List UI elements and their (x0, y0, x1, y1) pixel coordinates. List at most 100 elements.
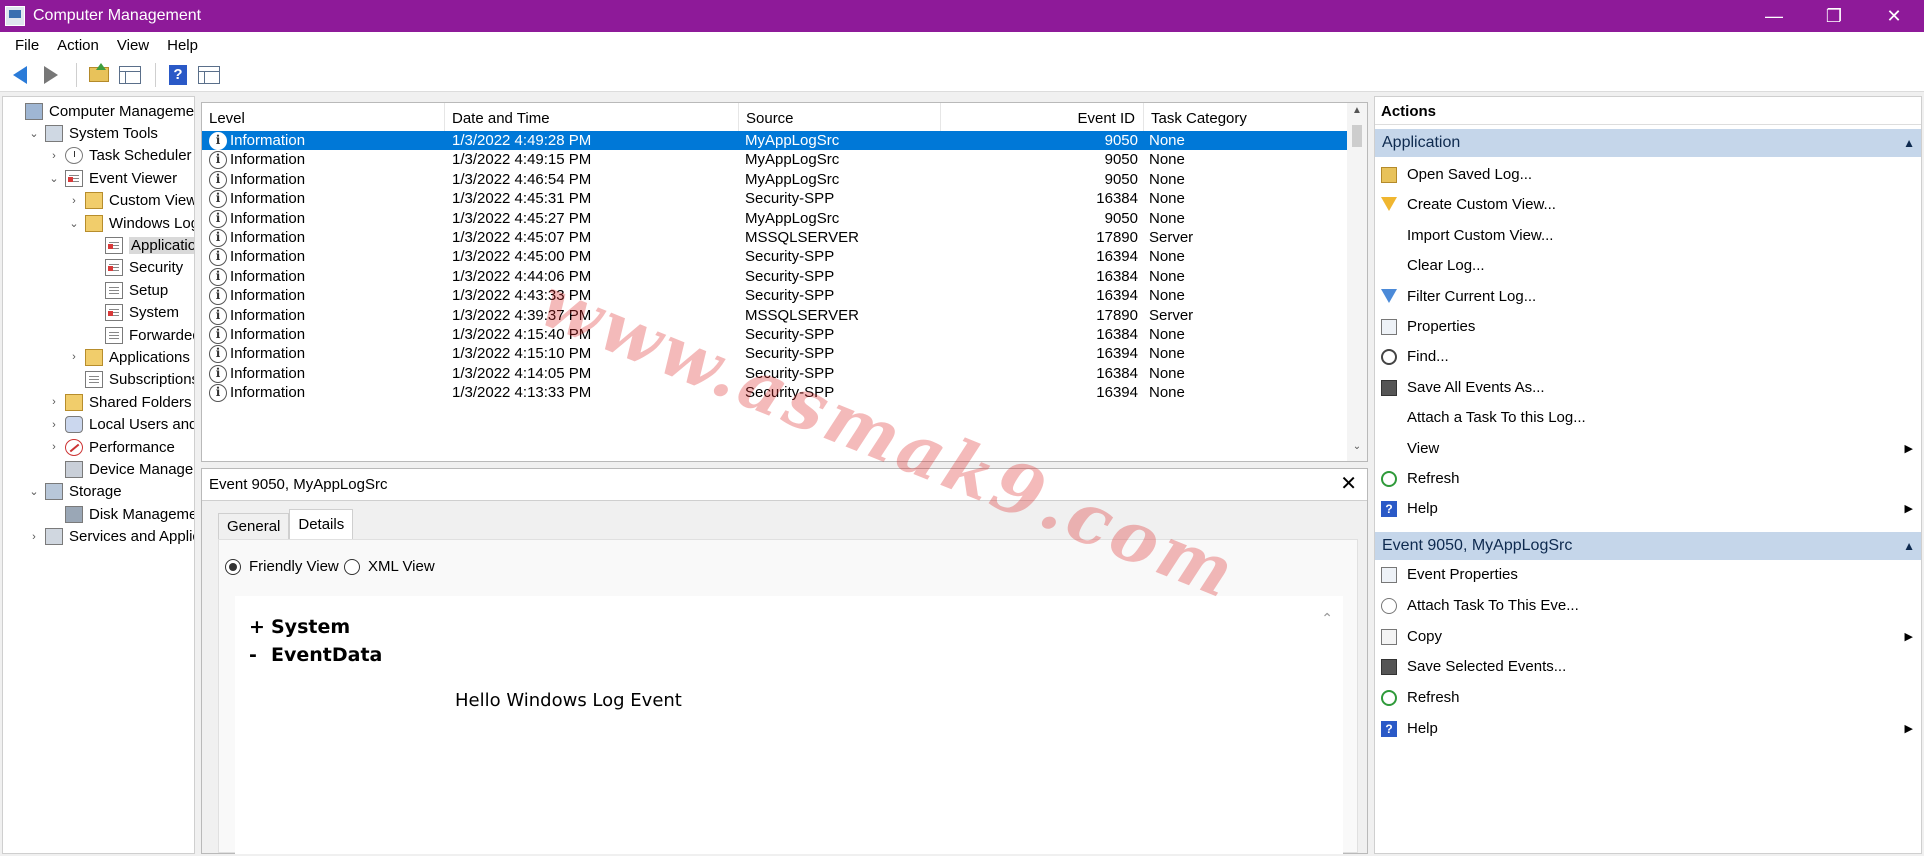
filter2-icon (1381, 288, 1397, 303)
action-event-properties[interactable]: Event Properties (1375, 563, 1921, 587)
action-help[interactable]: ? Help ▶ (1375, 497, 1921, 521)
tree-item-security[interactable]: Security (87, 258, 183, 278)
actions-section-application[interactable]: Application ▲ (1375, 129, 1921, 157)
table-row[interactable]: i Information 1/3/2022 4:45:00 PM Security-… (202, 247, 1347, 267)
tree-item-setup[interactable]: Setup (87, 280, 168, 300)
action-filter-current-log[interactable]: Filter Current Log... (1375, 285, 1921, 309)
expand-icon[interactable]: › (47, 396, 61, 408)
scrollbar-thumb[interactable] (1352, 125, 1362, 147)
tree-item-shared-folders[interactable]: › Shared Folders (47, 392, 192, 412)
tree-item-device-manager[interactable]: Device Manager (47, 459, 194, 479)
tab-general[interactable]: General (218, 513, 290, 539)
table-row[interactable]: i Information 1/3/2022 4:39:37 PM MSSQLSERV… (202, 306, 1347, 325)
column-event-id[interactable]: Event ID (941, 103, 1144, 133)
collapse-section-icon[interactable]: ▲ (1903, 532, 1915, 560)
action-refresh[interactable]: Refresh (1375, 467, 1921, 491)
column-task-category[interactable]: Task Category (1144, 103, 1347, 133)
restore-button[interactable]: ❐ (1804, 0, 1864, 32)
tree-item-forwarded-events[interactable]: Forwarded Events (87, 325, 194, 345)
menu-file[interactable]: File (6, 37, 48, 54)
menu-help[interactable]: Help (158, 37, 207, 54)
tree-item-storage[interactable]: ⌄ Storage (27, 482, 122, 502)
column-date-time[interactable]: Date and Time (445, 103, 739, 133)
action-refresh-event[interactable]: Refresh (1375, 686, 1921, 710)
action-open-saved-log[interactable]: Open Saved Log... (1375, 163, 1921, 187)
help-toolbar-button[interactable]: ? (164, 61, 192, 89)
collapse-section-icon[interactable]: ▲ (1903, 129, 1915, 157)
expand-icon[interactable]: › (47, 441, 61, 453)
collapse-icon[interactable]: ⌄ (27, 485, 41, 498)
actions-section-event[interactable]: Event 9050, MyAppLogSrc ▲ (1375, 532, 1921, 560)
table-row[interactable]: i Information 1/3/2022 4:46:54 PM MyAppLogS… (202, 170, 1347, 189)
xml-view-radio[interactable]: XML View (344, 558, 435, 575)
log-icon (105, 236, 123, 254)
tree-item-local-users-and-groups[interactable]: › Local Users and Groups (47, 415, 194, 435)
expand-icon[interactable]: › (47, 150, 61, 162)
action-attach-task-event[interactable]: Attach Task To This Eve... (1375, 594, 1921, 618)
tree-item-system[interactable]: System (87, 303, 179, 323)
action-find[interactable]: Find... (1375, 345, 1921, 369)
tree-item-services-and-applications[interactable]: › Services and Applications (27, 527, 194, 547)
friendly-view-radio[interactable]: Friendly View (225, 558, 339, 575)
action-save-selected-events[interactable]: Save Selected Events... (1375, 655, 1921, 679)
action-help-event[interactable]: ? Help ▶ (1375, 717, 1921, 741)
close-detail-icon[interactable]: ✕ (1340, 469, 1357, 499)
forward-button[interactable] (37, 61, 65, 89)
expand-icon[interactable]: › (27, 531, 41, 543)
action-properties[interactable]: Properties (1375, 315, 1921, 339)
expand-icon[interactable]: › (47, 419, 61, 431)
table-row[interactable]: i Information 1/3/2022 4:13:33 PM Security-… (202, 383, 1347, 403)
action-attach-task-log[interactable]: Attach a Task To this Log... (1375, 406, 1921, 430)
system-node[interactable]: + System (249, 616, 350, 638)
action-copy[interactable]: Copy ▶ (1375, 625, 1921, 649)
show-hide-action-pane-button[interactable] (195, 61, 223, 89)
collapse-icon[interactable]: ⌄ (47, 172, 61, 185)
expand-icon[interactable]: › (67, 195, 81, 207)
show-hide-console-tree-button[interactable] (116, 61, 144, 89)
scroll-up-icon[interactable]: ▲ (1347, 105, 1367, 123)
menu-view[interactable]: View (108, 37, 158, 54)
minimize-button[interactable]: — (1744, 0, 1804, 32)
table-row[interactable]: i Information 1/3/2022 4:43:33 PM Security-… (202, 286, 1347, 306)
action-view[interactable]: View ▶ (1375, 437, 1921, 461)
collapse-icon[interactable]: ⌄ (27, 127, 41, 140)
action-import-custom-view[interactable]: Import Custom View... (1375, 224, 1921, 248)
action-save-all-events[interactable]: Save All Events As... (1375, 376, 1921, 400)
scroll-down-icon[interactable]: ⌄ (1347, 441, 1367, 459)
eventdata-node[interactable]: - EventData (249, 644, 382, 666)
tree-item-disk-management[interactable]: Disk Management (47, 504, 194, 524)
tree-item-performance[interactable]: › Performance (47, 437, 175, 457)
column-level[interactable]: Level (202, 103, 445, 133)
action-create-custom-view[interactable]: Create Custom View... (1375, 193, 1921, 217)
tree-item-event-viewer[interactable]: ⌄ Event Viewer (47, 168, 177, 188)
tree-item-system-tools[interactable]: ⌄ System Tools (27, 123, 158, 143)
event-list-scrollbar[interactable]: ▲ ⌄ (1347, 103, 1367, 461)
table-row[interactable]: i Information 1/3/2022 4:15:10 PM Security-… (202, 344, 1347, 364)
tab-details[interactable]: Details (289, 509, 354, 539)
scroll-up-icon[interactable]: ⌃ (1321, 610, 1333, 627)
tree-item-applications-and-services-logs[interactable]: › Applications and Services Logs (67, 347, 194, 367)
table-row[interactable]: i Information 1/3/2022 4:14:05 PM Security-… (202, 364, 1347, 383)
tree-item-windows-logs[interactable]: ⌄ Windows Logs (67, 213, 194, 233)
tree-item-computer-management-local[interactable]: Computer Management (Local) (7, 101, 194, 121)
column-source[interactable]: Source (739, 103, 941, 133)
collapse-icon[interactable]: ⌄ (67, 217, 81, 230)
table-row[interactable]: i Information 1/3/2022 4:15:40 PM Security-… (202, 325, 1347, 344)
tree-item-custom-views[interactable]: › Custom Views (67, 191, 194, 211)
tree-item-application[interactable]: Application (87, 235, 194, 255)
menu-action[interactable]: Action (48, 37, 108, 54)
table-row[interactable]: i Information 1/3/2022 4:45:31 PM Security-… (202, 189, 1347, 209)
close-button[interactable]: ✕ (1864, 0, 1924, 32)
table-row[interactable]: i Information 1/3/2022 4:45:27 PM MyAppLogS… (202, 209, 1347, 228)
table-row[interactable]: i Information 1/3/2022 4:45:07 PM MSSQLSERV… (202, 228, 1347, 247)
tree-item-task-scheduler[interactable]: › Task Scheduler (47, 146, 192, 166)
action-clear-log[interactable]: Clear Log... (1375, 254, 1921, 278)
table-row[interactable]: i Information 1/3/2022 4:49:28 PM MyAppLogS… (202, 131, 1347, 151)
up-one-level-button[interactable] (85, 61, 113, 89)
table-row[interactable]: i Information 1/3/2022 4:44:06 PM Security-… (202, 267, 1347, 286)
expand-icon[interactable]: › (67, 351, 81, 363)
tree-item-label: Storage (69, 483, 122, 501)
back-button[interactable] (6, 61, 34, 89)
table-row[interactable]: i Information 1/3/2022 4:49:15 PM MyAppLogS… (202, 150, 1347, 170)
tree-item-subscriptions[interactable]: Subscriptions (67, 370, 194, 390)
